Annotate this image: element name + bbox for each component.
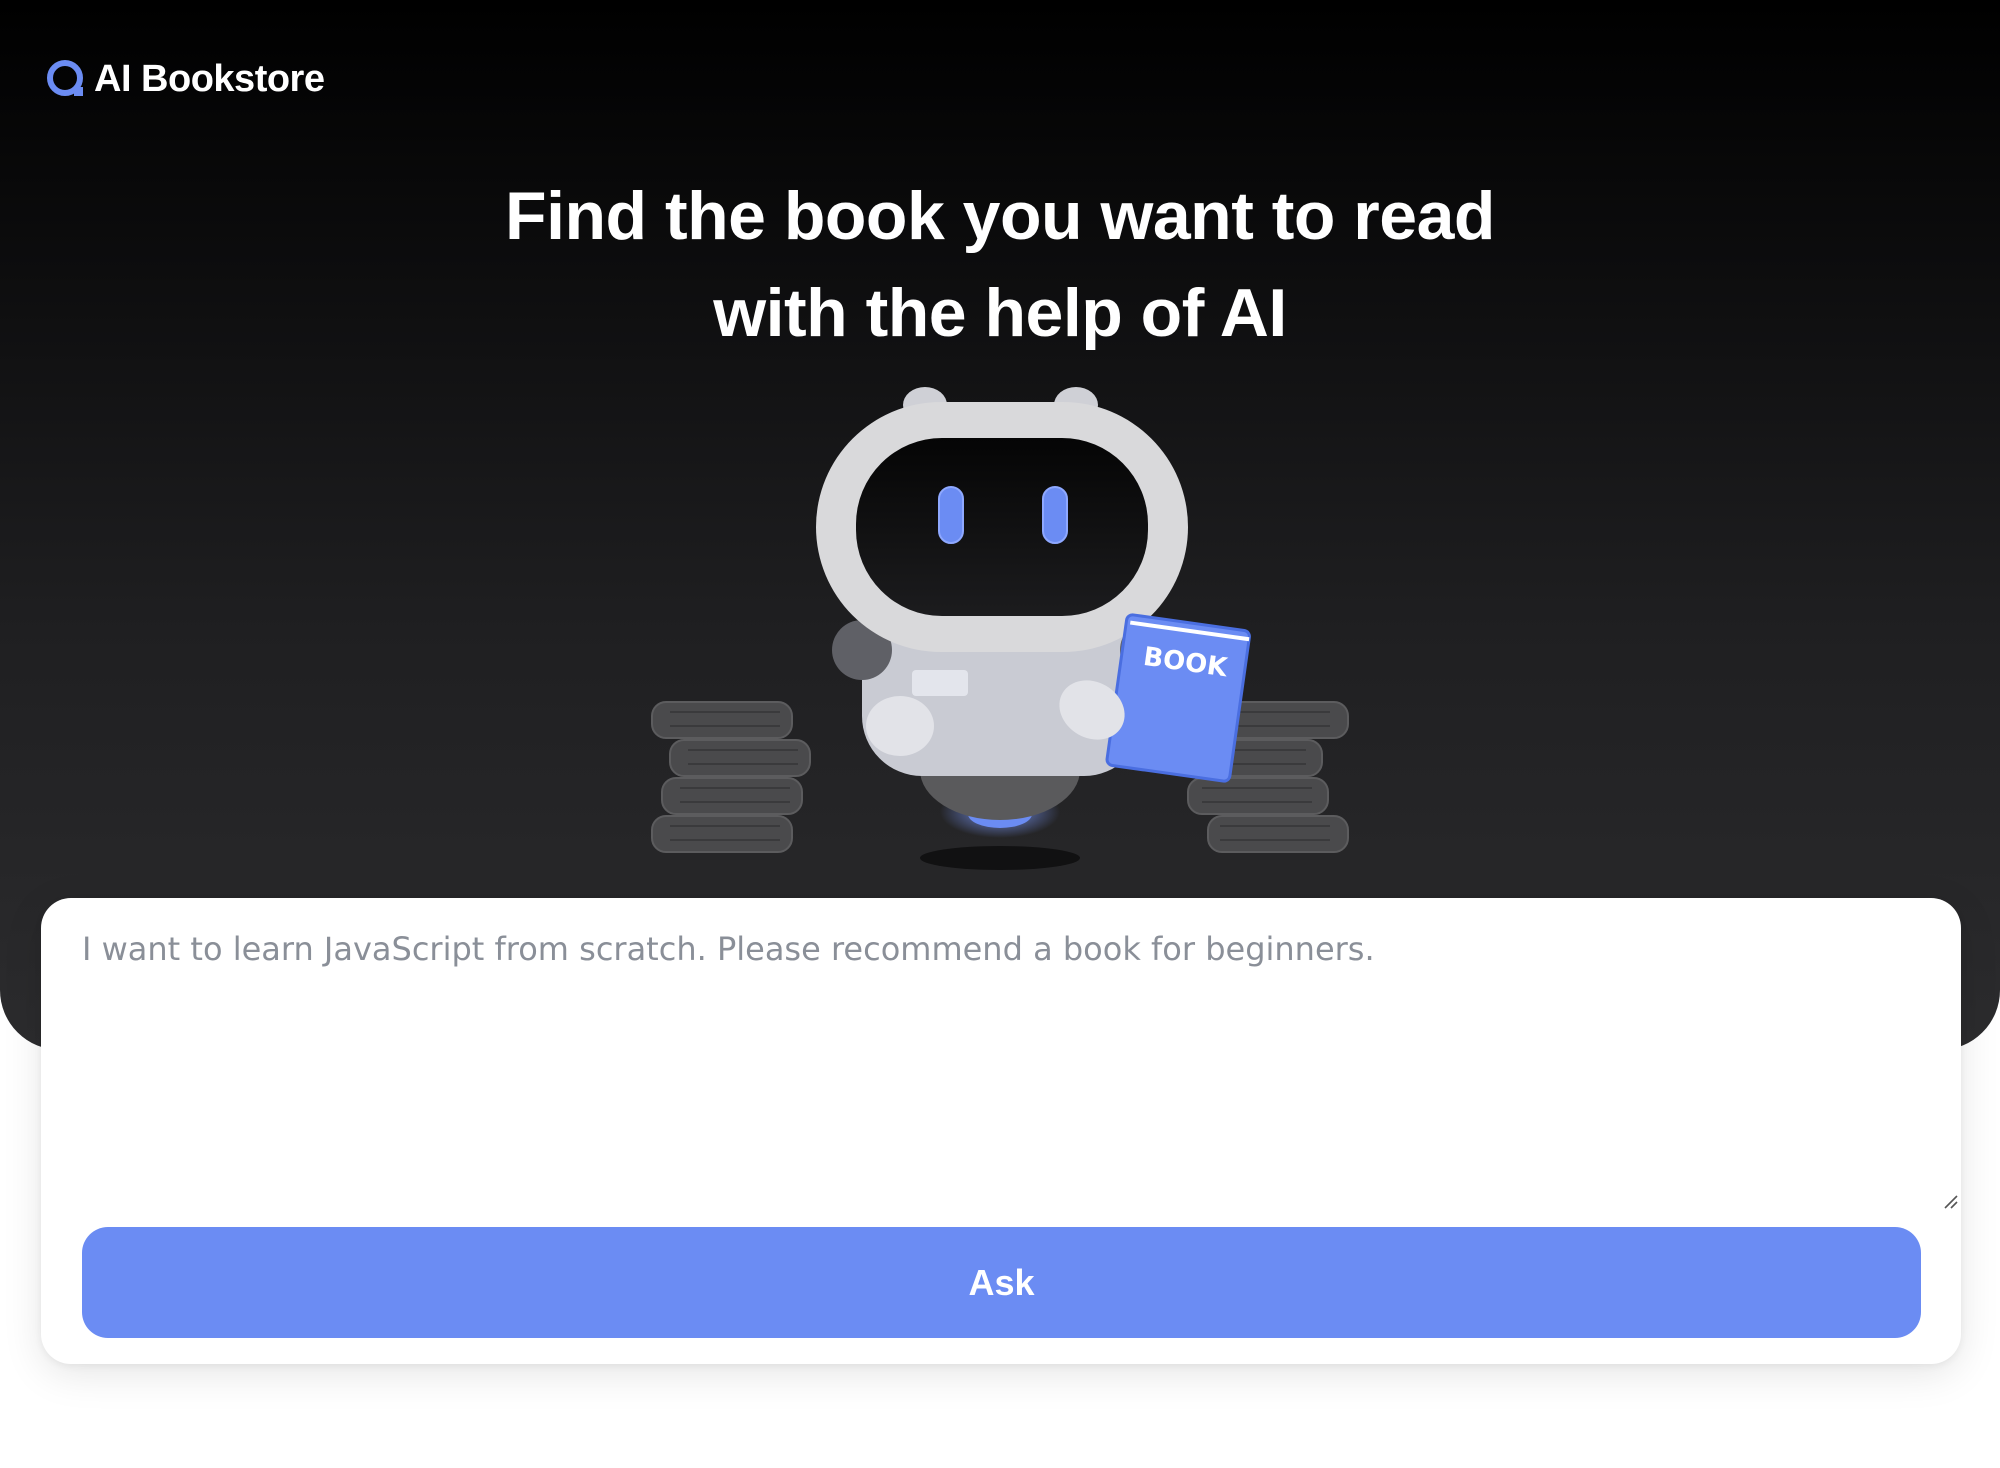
- question-input[interactable]: [82, 926, 1922, 1116]
- left-book-stack: [651, 701, 811, 853]
- page-headline: Find the book you want to read with the …: [0, 168, 2000, 362]
- brand-name: AI Bookstore: [94, 57, 325, 100]
- robot-reading-book-illustration: BOOK: [651, 387, 1349, 870]
- brand-logo[interactable]: AI Bookstore: [44, 56, 325, 102]
- book-icon: BOOK: [1105, 613, 1251, 783]
- headline-line-1: Find the book you want to read: [505, 178, 1495, 254]
- question-card: Ask: [41, 898, 1961, 1364]
- hero-section: AI Bookstore Find the book you want to r…: [0, 0, 2000, 1050]
- resize-handle-icon[interactable]: [1941, 1192, 1959, 1210]
- ask-button[interactable]: Ask: [82, 1227, 1921, 1338]
- headline-line-2: with the help of AI: [713, 275, 1287, 351]
- search-circle-icon: [47, 60, 83, 96]
